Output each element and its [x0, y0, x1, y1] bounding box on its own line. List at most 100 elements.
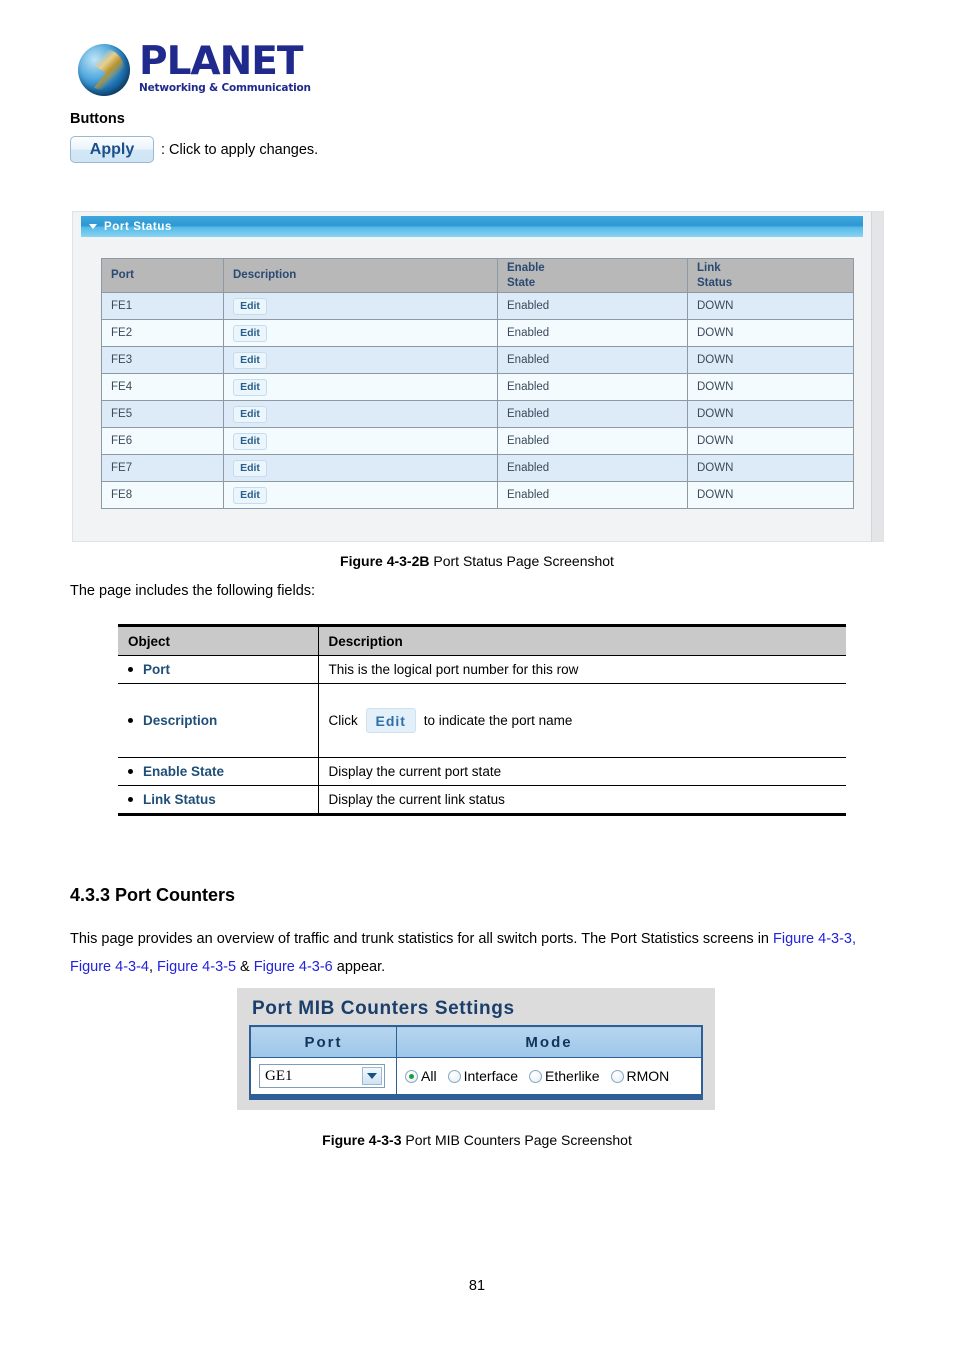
port-status-panel-header[interactable]: Port Status: [81, 216, 863, 237]
mib-settings-title: Port MIB Counters Settings: [252, 998, 515, 1019]
cell-description: Edit: [223, 427, 498, 455]
column-header-enable-state: Enable State: [497, 258, 688, 293]
port-status-panel-title: Port Status: [104, 220, 172, 233]
link-status-line2: Status: [697, 276, 733, 289]
cell-enable-state: Enabled: [497, 481, 688, 509]
definition-object-cell: Port: [118, 655, 319, 684]
logo-tagline: Networking & Communication: [139, 82, 311, 94]
definition-row-enable-state: Enable State Display the current port st…: [118, 757, 846, 786]
port-select[interactable]: GE1: [259, 1064, 385, 1088]
cell-port: FE5: [101, 400, 224, 428]
definition-row-description: Description Click Edit to indicate the p…: [118, 683, 846, 758]
cell-enable-state: Enabled: [497, 427, 688, 455]
bullet-icon: [128, 797, 133, 802]
radio-label: RMON: [626, 1068, 670, 1084]
separator-amp: &: [236, 959, 254, 975]
definition-object-cell: Link Status: [118, 785, 319, 816]
definition-row-link-status: Link Status Display the current link sta…: [118, 785, 846, 816]
table-row: FE6 Edit Enabled DOWN: [101, 427, 854, 455]
figure-link-4-3-4[interactable]: Figure 4-3-4: [70, 959, 149, 975]
apply-button-row: Apply : Click to apply changes.: [70, 136, 318, 163]
definition-row-port: Port This is the logical port number for…: [118, 655, 846, 684]
cell-enable-state: Enabled: [497, 346, 688, 374]
column-header-port: Port: [101, 258, 224, 293]
radio-icon[interactable]: [447, 1069, 461, 1083]
radio-icon[interactable]: [529, 1069, 543, 1083]
definition-object-label: Port: [143, 662, 170, 677]
definition-description-cell: Click Edit to indicate the port name: [318, 683, 846, 758]
table-row: FE5 Edit Enabled DOWN: [101, 400, 854, 428]
cell-link-status: DOWN: [687, 346, 854, 374]
cell-description: Edit: [223, 400, 498, 428]
paragraph-text: This page provides an overview of traffi…: [70, 931, 774, 947]
buttons-heading: Buttons: [70, 111, 125, 127]
edit-button[interactable]: Edit: [233, 486, 267, 504]
edit-button[interactable]: Edit: [233, 405, 267, 423]
definition-description-cell: Display the current link status: [318, 785, 846, 816]
edit-button[interactable]: Edit: [233, 297, 267, 315]
cell-enable-state: Enabled: [497, 454, 688, 482]
cell-link-status: DOWN: [687, 481, 854, 509]
figure-4-3-2b-caption: Figure 4-3-2B Port Status Page Screensho…: [0, 553, 954, 569]
cell-description: Edit: [223, 454, 498, 482]
radio-option-etherlike[interactable]: Etherlike: [529, 1068, 600, 1084]
table-row: FE2 Edit Enabled DOWN: [101, 319, 854, 347]
edit-button[interactable]: Edit: [233, 378, 267, 396]
edit-button[interactable]: Edit: [233, 459, 267, 477]
definition-object-label: Description: [143, 713, 218, 728]
table-row: FE3 Edit Enabled DOWN: [101, 346, 854, 374]
table-row: FE1 Edit Enabled DOWN: [101, 292, 854, 320]
section-paragraph-line2: Figure 4-3-4, Figure 4-3-5 & Figure 4-3-…: [70, 959, 870, 975]
mib-mode-cell: All Interface Etherlike RMON: [396, 1057, 702, 1095]
figure-link-4-3-6[interactable]: Figure 4-3-6: [254, 959, 333, 975]
screenshot-scrollbar[interactable]: [871, 212, 883, 541]
mib-settings-table: Port Mode GE1 All Interface Etherlike RM…: [250, 1026, 702, 1095]
cell-description: Edit: [223, 319, 498, 347]
radio-icon[interactable]: [610, 1069, 624, 1083]
edit-button[interactable]: Edit: [365, 708, 416, 733]
definition-description-cell: Display the current port state: [318, 757, 846, 786]
figure-link-4-3-3[interactable]: Figure 4-3-3,: [773, 931, 856, 947]
apply-button-caption: : Click to apply changes.: [161, 141, 319, 158]
mib-port-cell: GE1: [250, 1057, 397, 1095]
cell-enable-state: Enabled: [497, 319, 688, 347]
radio-option-rmon[interactable]: RMON: [610, 1068, 670, 1084]
port-status-screenshot: Port Status Port Description Enable Stat…: [72, 211, 884, 542]
section-paragraph-line1: This page provides an overview of traffi…: [70, 931, 870, 947]
page-number: 81: [468, 1278, 486, 1294]
column-header-description: Description: [223, 258, 498, 293]
chevron-down-icon[interactable]: [362, 1067, 382, 1085]
radio-option-interface[interactable]: Interface: [447, 1068, 518, 1084]
separator-comma: ,: [148, 959, 158, 975]
radio-label: All: [421, 1068, 437, 1084]
cell-port: FE2: [101, 319, 224, 347]
definition-description-cell: This is the logical port number for this…: [318, 655, 846, 684]
definition-object-cell: Enable State: [118, 757, 319, 786]
table-row: FE8 Edit Enabled DOWN: [101, 481, 854, 509]
bullet-icon: [128, 667, 133, 672]
mode-radio-group: All Interface Etherlike RMON: [405, 1068, 693, 1084]
cell-description: Edit: [223, 292, 498, 320]
edit-button[interactable]: Edit: [233, 432, 267, 450]
mib-settings-frame: Port Mode GE1 All Interface Etherlike RM…: [249, 1025, 703, 1100]
edit-button[interactable]: Edit: [233, 351, 267, 369]
includes-fields-line: The page includes the following fields:: [70, 583, 316, 599]
section-heading: 4.3.3 Port Counters: [70, 885, 236, 905]
apply-button[interactable]: Apply: [70, 136, 154, 163]
link-status-line1: Link: [697, 262, 721, 275]
radio-icon[interactable]: [405, 1069, 418, 1083]
collapse-caret-icon[interactable]: [89, 224, 97, 229]
cell-port: FE1: [101, 292, 224, 320]
cell-port: FE4: [101, 373, 224, 401]
cell-description: Edit: [223, 481, 498, 509]
radio-option-all[interactable]: All: [405, 1068, 437, 1084]
figure-link-4-3-5[interactable]: Figure 4-3-5: [157, 959, 236, 975]
port-select-value: GE1: [265, 1067, 293, 1084]
column-header-link-status: Link Status: [687, 258, 854, 293]
port-status-header-row: Port Description Enable State Link Statu…: [101, 258, 854, 293]
cell-enable-state: Enabled: [497, 400, 688, 428]
cell-enable-state: Enabled: [497, 292, 688, 320]
edit-button[interactable]: Edit: [233, 324, 267, 342]
enable-state-line1: Enable: [507, 262, 545, 275]
cell-link-status: DOWN: [687, 454, 854, 482]
